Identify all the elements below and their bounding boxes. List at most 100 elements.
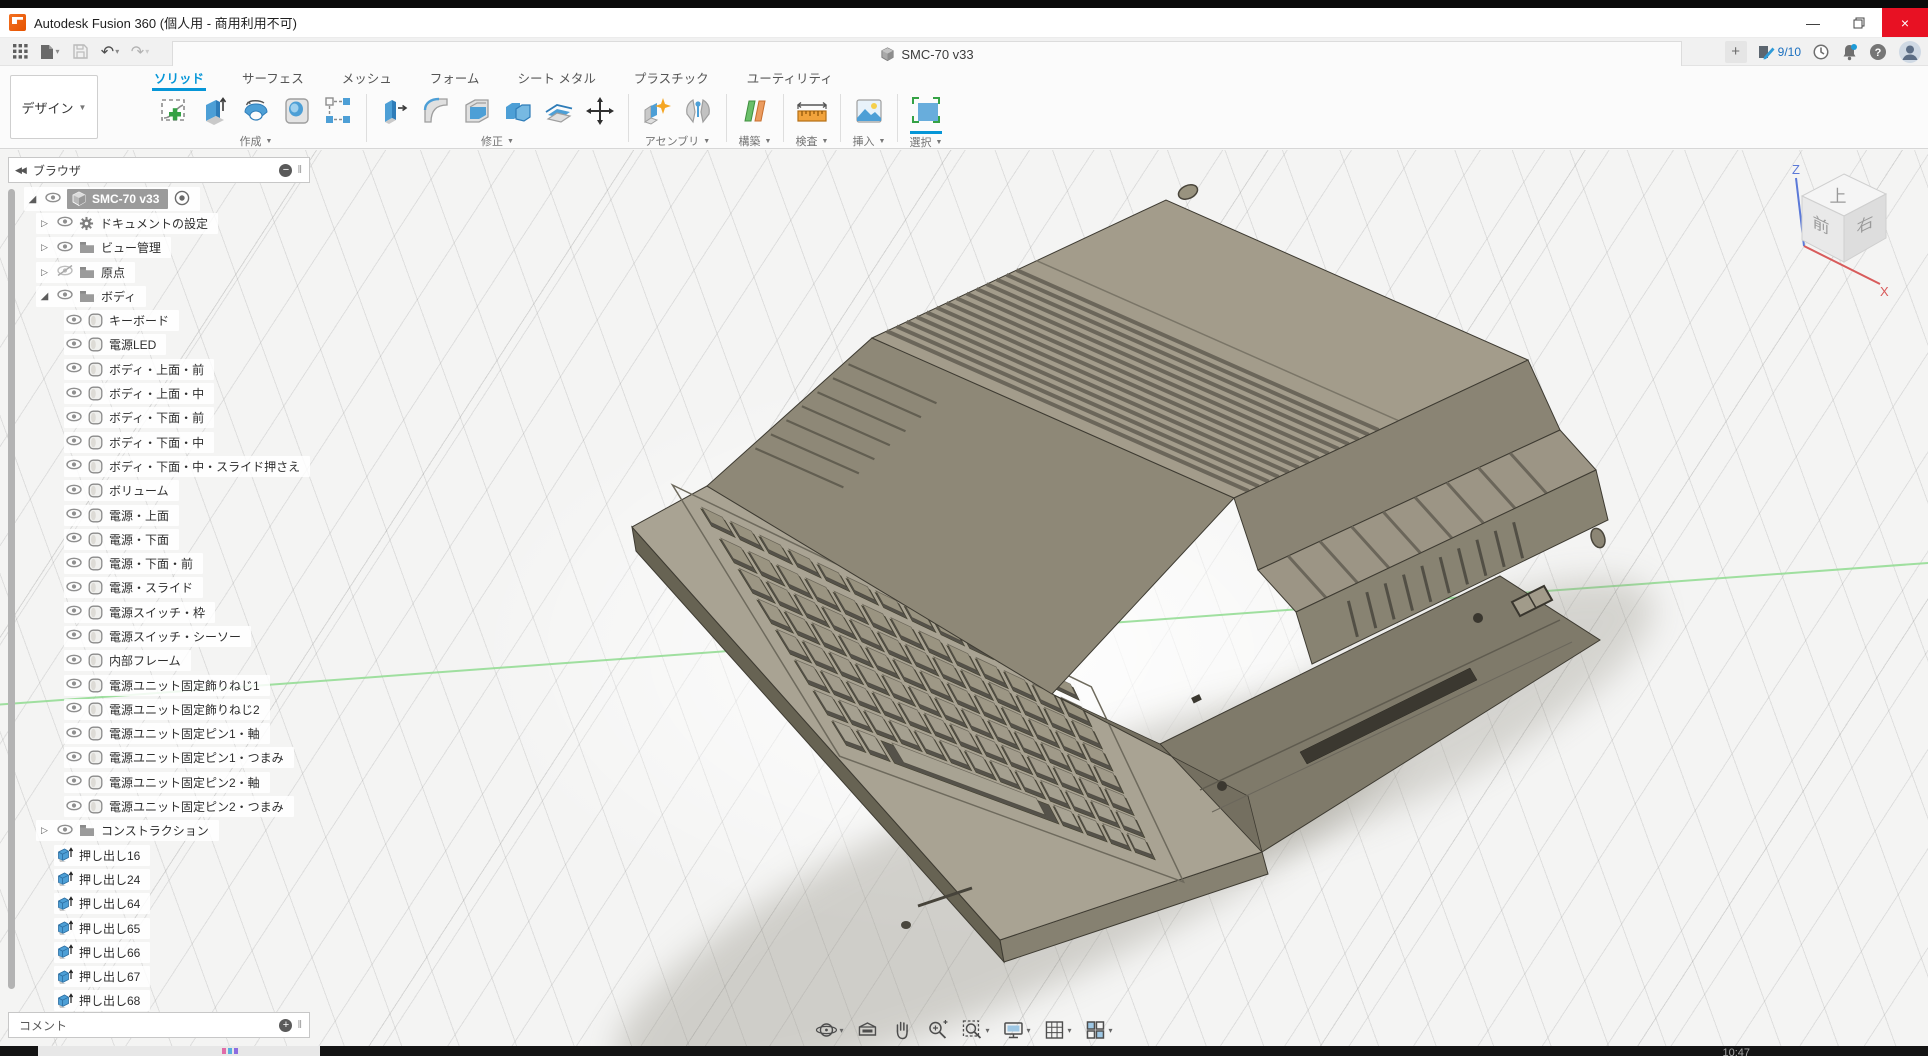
browser-item-33[interactable]: 押し出し68 <box>20 989 310 1013</box>
zoom-button[interactable] <box>922 1017 952 1043</box>
ribbon-tab-4[interactable]: フォーム <box>428 66 482 91</box>
visibility-eye-icon[interactable] <box>57 265 73 279</box>
visibility-eye-icon[interactable] <box>66 581 82 595</box>
select-button[interactable] <box>908 92 944 130</box>
combine-button[interactable] <box>500 92 536 130</box>
account-avatar[interactable] <box>1898 40 1922 64</box>
visibility-eye-icon[interactable] <box>66 702 82 716</box>
browser-item-root[interactable]: ◢SMC-70 v33 <box>20 187 310 211</box>
visibility-eye-icon[interactable] <box>66 387 82 401</box>
press-pull-button[interactable] <box>377 92 413 130</box>
group-insert-label[interactable]: 挿入▼ <box>853 131 886 149</box>
document-tab[interactable]: SMC-70 v33 <box>172 41 1682 66</box>
grid-settings-button[interactable]: ▾ <box>1040 1017 1076 1043</box>
hole-button[interactable] <box>279 92 315 130</box>
visibility-eye-icon[interactable] <box>66 751 82 765</box>
visibility-eye-icon[interactable] <box>66 484 82 498</box>
visibility-eye-icon[interactable] <box>66 654 82 668</box>
browser-minus-icon[interactable]: − <box>279 164 292 177</box>
visibility-eye-icon[interactable] <box>66 411 82 425</box>
look-at-button[interactable] <box>852 1017 882 1043</box>
browser-item-14[interactable]: 電源・下面 <box>20 527 310 551</box>
help-button[interactable]: ? <box>1869 43 1887 61</box>
browser-scrollbar[interactable] <box>8 189 15 989</box>
browser-item-25[interactable]: 電源ユニット固定ピン2・つまみ <box>20 794 310 818</box>
visibility-eye-icon[interactable] <box>66 727 82 741</box>
visibility-eye-icon[interactable] <box>66 338 82 352</box>
comment-bar[interactable]: コメント + ‖ <box>8 1012 310 1038</box>
group-modify-label[interactable]: 修正▼ <box>481 131 514 149</box>
browser-item-16[interactable]: 電源・スライド <box>20 576 310 600</box>
collapse-caret-icon[interactable]: ▷ <box>38 242 51 253</box>
visibility-eye-icon[interactable] <box>45 192 61 206</box>
insert-button[interactable] <box>851 92 887 130</box>
ribbon-tab-7[interactable]: ユーティリティ <box>745 66 835 91</box>
browser-item-5[interactable]: キーボード <box>20 308 310 332</box>
group-create-label[interactable]: 作成▼ <box>240 131 273 149</box>
browser-item-6[interactable]: 電源LED <box>20 333 310 357</box>
save-button[interactable] <box>68 40 92 64</box>
browser-header[interactable]: ◀◀ ブラウザ − ‖ <box>8 157 310 183</box>
job-history-button[interactable] <box>1812 43 1830 61</box>
visibility-eye-icon[interactable] <box>66 459 82 473</box>
expand-caret-icon[interactable]: ◢ <box>26 194 39 205</box>
browser-item-17[interactable]: 電源スイッチ・枠 <box>20 600 310 624</box>
ribbon-tab-1[interactable]: ソリッド <box>152 66 206 91</box>
visibility-eye-icon[interactable] <box>66 362 82 376</box>
visibility-eye-icon[interactable] <box>66 435 82 449</box>
visibility-eye-icon[interactable] <box>57 241 73 255</box>
undo-button[interactable]: ↶▾ <box>98 40 122 64</box>
ribbon-tab-6[interactable]: プラスチック <box>632 66 711 91</box>
restore-button[interactable] <box>1836 8 1882 37</box>
measure-button[interactable] <box>794 92 830 130</box>
workspace-selector[interactable]: デザイン▼ <box>10 75 98 139</box>
expand-caret-icon[interactable]: ◢ <box>38 291 51 302</box>
new-component-button[interactable] <box>639 92 675 130</box>
visibility-eye-icon[interactable] <box>66 800 82 814</box>
collapse-caret-icon[interactable]: ▷ <box>38 218 51 229</box>
visibility-eye-icon[interactable] <box>57 216 73 230</box>
revolve-button[interactable] <box>238 92 274 130</box>
orbit-button[interactable]: ▾ <box>811 1017 847 1043</box>
viewports-button[interactable]: ▾ <box>1081 1017 1117 1043</box>
browser-item-18[interactable]: 電源スイッチ・シーソー <box>20 624 310 648</box>
app-grid-menu-button[interactable] <box>8 40 32 64</box>
browser-item-13[interactable]: 電源・上面 <box>20 503 310 527</box>
browser-item-24[interactable]: 電源ユニット固定ピン2・軸 <box>20 770 310 794</box>
browser-item-1[interactable]: ▷ドキュメントの設定 <box>20 211 310 235</box>
pan-button[interactable] <box>887 1017 917 1043</box>
visibility-eye-icon[interactable] <box>66 678 82 692</box>
pattern-button[interactable] <box>320 92 356 130</box>
minimize-button[interactable]: — <box>1790 8 1836 37</box>
browser-item-20[interactable]: 電源ユニット固定飾りねじ1 <box>20 673 310 697</box>
browser-grip-handle[interactable]: ‖ <box>297 164 303 176</box>
browser-item-11[interactable]: ボディ・下面・中・スライド押さえ <box>20 454 310 478</box>
browser-item-19[interactable]: 内部フレーム <box>20 649 310 673</box>
browser-item-31[interactable]: 押し出し66 <box>20 940 310 964</box>
construction-plane-button[interactable] <box>737 92 773 130</box>
new-tab-button[interactable]: + <box>1725 41 1747 63</box>
browser-item-15[interactable]: 電源・下面・前 <box>20 551 310 575</box>
visibility-eye-icon[interactable] <box>66 557 82 571</box>
comment-grip-handle[interactable]: ‖ <box>297 1019 303 1031</box>
move-button[interactable] <box>582 92 618 130</box>
visibility-eye-icon[interactable] <box>66 314 82 328</box>
fit-view-button[interactable]: ▾ <box>957 1017 993 1043</box>
browser-item-9[interactable]: ボディ・下面・前 <box>20 406 310 430</box>
extrude-button[interactable] <box>197 92 233 130</box>
browser-item-10[interactable]: ボディ・下面・中 <box>20 430 310 454</box>
browser-item-7[interactable]: ボディ・上面・前 <box>20 357 310 381</box>
ribbon-tab-3[interactable]: メッシュ <box>340 66 394 91</box>
file-menu-button[interactable]: ▾ <box>38 40 62 64</box>
display-settings-button[interactable]: ▾ <box>998 1017 1034 1043</box>
visibility-eye-icon[interactable] <box>66 532 82 546</box>
group-select-label[interactable]: 選択▼ <box>910 131 943 150</box>
fillet-button[interactable] <box>418 92 454 130</box>
notifications-button[interactable] <box>1841 43 1858 61</box>
browser-item-8[interactable]: ボディ・上面・中 <box>20 381 310 405</box>
viewport-3d[interactable]: 上 前 右 Z X ◀◀ ブラウザ − ‖ ◢SMC-70 v33▷ドキュメント… <box>0 150 1928 1046</box>
browser-item-23[interactable]: 電源ユニット固定ピン1・つまみ <box>20 746 310 770</box>
ribbon-tab-2[interactable]: サーフェス <box>240 66 306 91</box>
shell-button[interactable] <box>459 92 495 130</box>
collapse-caret-icon[interactable]: ▷ <box>38 267 51 278</box>
